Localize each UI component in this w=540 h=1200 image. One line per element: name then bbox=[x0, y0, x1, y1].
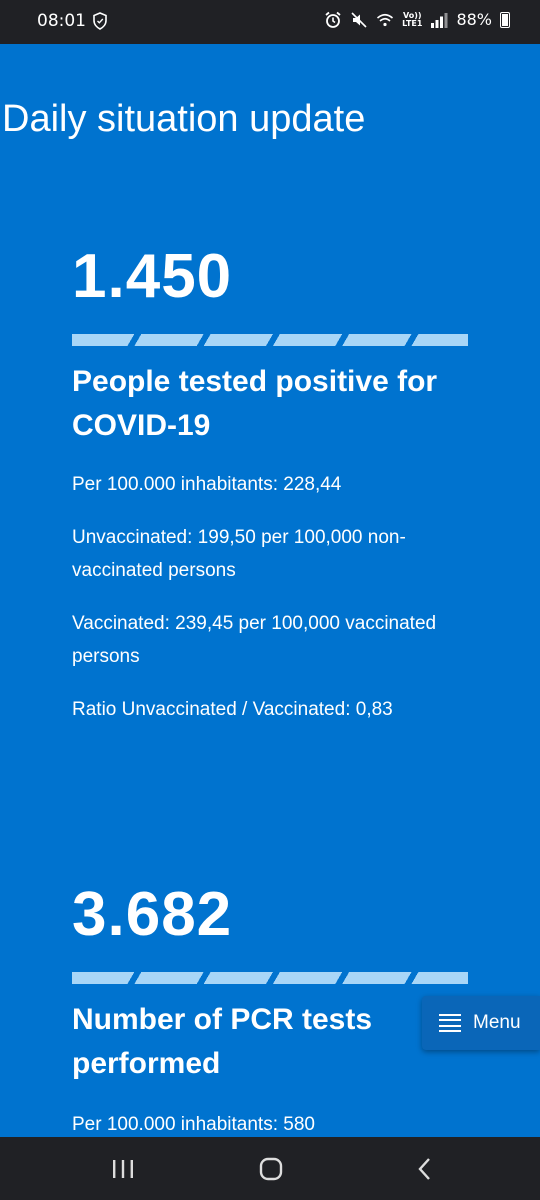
stat-heading: Number of PCR tests performed bbox=[72, 1003, 373, 1080]
stat-detail-vaccinated: Vaccinated: 239,45 per 100,000 vaccinate… bbox=[72, 613, 437, 667]
hamburger-icon bbox=[439, 1014, 461, 1032]
stat-detail-ratio: Ratio Unvaccinated / Vaccinated: 0,83 bbox=[72, 699, 393, 720]
stripe-divider bbox=[72, 334, 468, 346]
network-lte-label: LTE1 bbox=[402, 18, 423, 28]
stat-pcr-tests: 3.682 Number of PCR tests performed Per … bbox=[72, 884, 472, 1141]
home-icon[interactable] bbox=[258, 1157, 284, 1181]
shield-icon bbox=[93, 12, 107, 30]
stat-value: 1.450 bbox=[72, 242, 233, 311]
recent-apps-icon[interactable] bbox=[110, 1157, 136, 1181]
network-type-label: Vo)) LTE1 bbox=[402, 11, 423, 28]
wifi-icon bbox=[377, 13, 394, 26]
status-icons: Vo)) LTE1 88% bbox=[324, 10, 510, 29]
battery-percent: 88% bbox=[456, 10, 492, 29]
alarm-icon bbox=[325, 11, 341, 28]
back-icon[interactable] bbox=[412, 1157, 438, 1181]
stat-detail-unvaccinated: Unvaccinated: 199,50 per 100,000 non-vac… bbox=[72, 527, 406, 581]
battery-icon bbox=[500, 11, 510, 28]
status-time: 08:01 bbox=[37, 11, 86, 31]
stat-value: 3.682 bbox=[72, 880, 233, 949]
mute-icon bbox=[351, 11, 367, 28]
stat-heading: People tested positive for COVID-19 bbox=[72, 365, 438, 442]
signal-icon bbox=[431, 12, 448, 28]
stat-detail-per-100k: Per 100.000 inhabitants: 228,44 bbox=[72, 474, 342, 495]
status-bar: 08:01 Vo)) LTE1 88% bbox=[0, 0, 540, 44]
system-navigation-bar bbox=[0, 1137, 540, 1200]
stat-positive-tests: 1.450 People tested positive for COVID-1… bbox=[72, 246, 472, 726]
menu-button-label: Menu bbox=[473, 1012, 521, 1033]
stripe-divider bbox=[72, 972, 468, 984]
page-title: Daily situation update bbox=[2, 98, 366, 140]
menu-button[interactable]: Menu bbox=[422, 996, 540, 1050]
